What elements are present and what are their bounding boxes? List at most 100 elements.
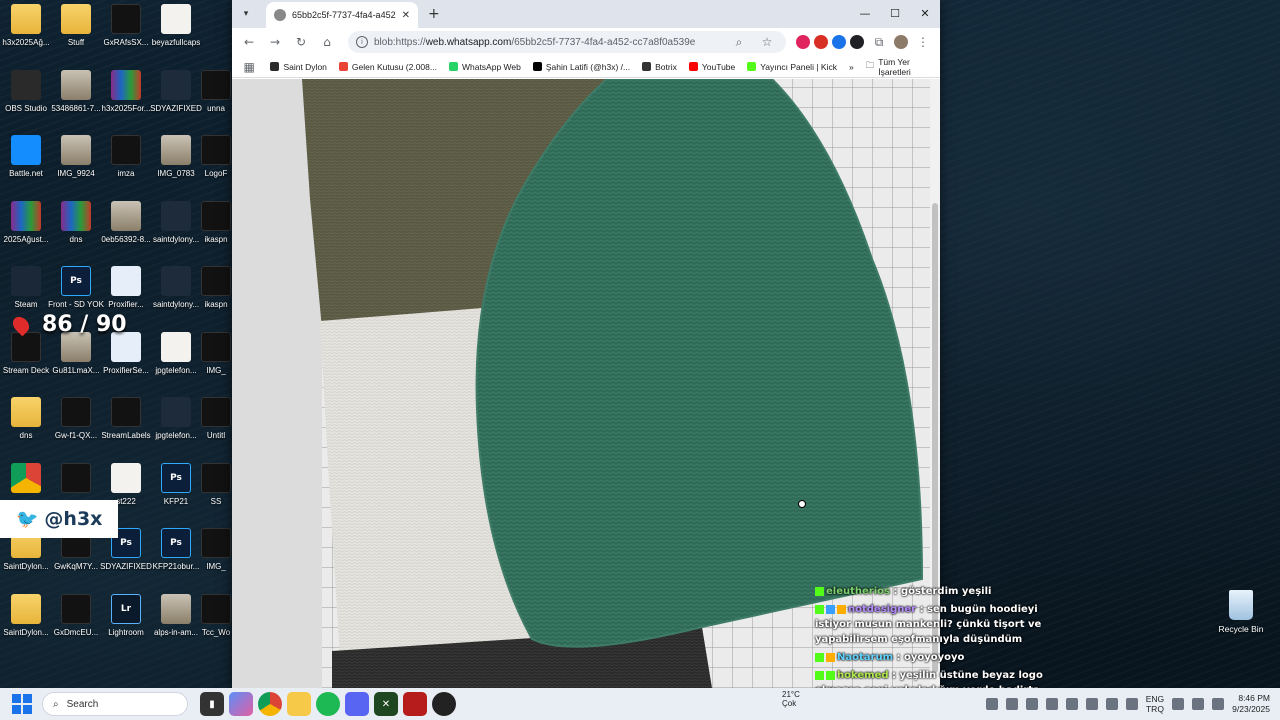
taskbar-search[interactable]: ⌕ Search (42, 692, 188, 716)
bookmark-item[interactable]: Gelen Kutusu (2.008... (338, 62, 437, 72)
tray-icon-3[interactable] (1025, 698, 1038, 710)
reload-button[interactable]: ↻ (290, 31, 312, 53)
bookmark-item[interactable]: Botrix (642, 62, 677, 72)
all-bookmarks-button[interactable]: 🗀 Tüm Yer İşaretleri (866, 57, 932, 77)
back-button[interactable]: ← (238, 31, 260, 53)
maximize-button[interactable]: ☐ (880, 0, 910, 26)
tray-icon-1[interactable] (985, 698, 998, 710)
desktop-icon[interactable]: Battle.net (0, 131, 52, 195)
desktop-icon[interactable]: h3x2025Ağ... (0, 0, 52, 64)
tray-icon-4[interactable] (1045, 698, 1058, 710)
battery-icon[interactable] (1212, 698, 1225, 710)
desktop-icon-partial[interactable]: ikaspn (200, 262, 232, 326)
desktop-icon-partial[interactable]: ikaspn (200, 197, 232, 261)
clock[interactable]: 8:46 PM 9/23/2025 (1232, 693, 1270, 715)
desktop-icon[interactable]: dns (50, 197, 102, 261)
new-tab-button[interactable]: + (428, 6, 440, 22)
tray-icon-5[interactable] (1065, 698, 1078, 710)
desktop-icon[interactable]: dns (0, 393, 52, 457)
desktop-icon[interactable]: SDYAZIFIXED (150, 66, 202, 130)
extensions-puzzle-icon[interactable]: ⧉ (868, 31, 890, 53)
desktop-icon[interactable]: IMG_9924 (50, 131, 102, 195)
site-info-icon[interactable]: i (356, 36, 368, 48)
desktop-icon[interactable]: imza (100, 131, 152, 195)
desktop-icon[interactable]: ProxifierSe... (100, 328, 152, 392)
desktop-icon-partial[interactable]: IMG_ (200, 524, 232, 588)
desktop-icon[interactable]: jpgtelefon... (150, 328, 202, 392)
tab-search-button[interactable]: ▾ (236, 4, 256, 24)
desktop-icon[interactable]: Lr Lightroom (100, 590, 152, 654)
desktop-icon[interactable]: Ps KFP21 (150, 459, 202, 523)
bookmark-item[interactable]: Saint Dylon (270, 62, 327, 72)
desktop-icon-partial[interactable]: Untitl (200, 393, 232, 457)
close-tab-icon[interactable]: ✕ (402, 10, 410, 21)
desktop-icon[interactable]: StreamLabels (100, 393, 152, 457)
desktop-icon[interactable]: 2025Ağust... (0, 197, 52, 261)
netflix-icon[interactable] (403, 692, 427, 716)
bookmark-item[interactable]: YouTube (688, 62, 735, 72)
copilot-icon[interactable] (229, 692, 253, 716)
file-explorer-icon[interactable] (287, 692, 311, 716)
bookmark-item[interactable]: WhatsApp Web (448, 62, 521, 72)
tray-icon-7[interactable] (1105, 698, 1118, 710)
extension-icon-3[interactable] (832, 35, 846, 49)
desktop-icon[interactable]: 0eb56392-8... (100, 197, 152, 261)
desktop-icon[interactable]: 53486861-7... (50, 66, 102, 130)
spotify-icon[interactable] (316, 692, 340, 716)
desktop-icon-partial[interactable]: unna (200, 66, 232, 130)
profile-avatar[interactable] (894, 35, 908, 49)
bookmark-star-icon[interactable]: ☆ (756, 31, 778, 53)
network-icon[interactable] (1172, 698, 1185, 710)
apps-grid-icon[interactable]: ▦ (240, 56, 258, 78)
desktop-icon[interactable]: Ps KFP21obur... (150, 524, 202, 588)
zoom-icon[interactable]: ⌕ (728, 31, 750, 53)
desktop-icon[interactable]: Gw-f1-QX... (50, 393, 102, 457)
bookmark-item[interactable]: Şahin Latifi (@h3x) /... (532, 62, 630, 72)
desktop-icon[interactable]: saintdylony... (150, 262, 202, 326)
desktop-icon[interactable]: Gu81LmaX... (50, 328, 102, 392)
address-bar[interactable]: i blob:https://web.whatsapp.com/65bb2c5f… (348, 31, 786, 53)
discord-icon[interactable] (345, 692, 369, 716)
windows-start-button[interactable] (12, 694, 32, 714)
active-tab[interactable]: 65bb2c5f-7737-4fa4-a452-cc7a ✕ (266, 2, 418, 28)
home-button[interactable]: ⌂ (316, 31, 338, 53)
minimize-button[interactable]: — (850, 0, 880, 26)
desktop-icon[interactable]: OBS Studio (0, 66, 52, 130)
desktop-icon[interactable]: GxDmcEU... (50, 590, 102, 654)
desktop-icon[interactable]: beyazfullcaps (150, 0, 202, 64)
language-indicator[interactable]: ENG TRQ (1146, 694, 1164, 714)
desktop-icon[interactable]: h3x2025For... (100, 66, 152, 130)
tray-icon-2[interactable] (1005, 698, 1018, 710)
desktop-icon[interactable]: Stream Deck (0, 328, 52, 392)
desktop-icon-partial[interactable]: SS (200, 459, 232, 523)
terminal-icon[interactable]: ✕ (374, 692, 398, 716)
recycle-bin[interactable]: Recycle Bin (1213, 590, 1269, 634)
close-window-button[interactable]: ✕ (910, 0, 940, 26)
more-bookmarks-chevron-icon[interactable]: » (849, 62, 854, 72)
desktop-icon[interactable]: jpgtelefon... (150, 393, 202, 457)
extension-icon-4[interactable] (850, 35, 864, 49)
extension-icon-2[interactable] (814, 35, 828, 49)
volume-icon[interactable] (1192, 698, 1205, 710)
desktop-icon[interactable]: SaintDylon... (0, 590, 52, 654)
task-view-icon[interactable]: ▮ (200, 692, 224, 716)
weather-widget[interactable]: 21°C Çok (782, 690, 800, 708)
desktop-icon[interactable]: saintdylony... (150, 197, 202, 261)
tray-icon-6[interactable] (1085, 698, 1098, 710)
desktop-icon-partial[interactable]: LogoF (200, 131, 232, 195)
desktop-icon[interactable]: alps-in-am... (150, 590, 202, 654)
desktop-icon[interactable]: IMG_0783 (150, 131, 202, 195)
bookmark-favicon-icon (532, 62, 542, 71)
chrome-icon[interactable] (258, 692, 282, 716)
bookmark-favicon-icon (448, 62, 458, 71)
desktop-icon-partial[interactable]: IMG_ (200, 328, 232, 392)
menu-kebab-icon[interactable]: ⋮ (912, 31, 934, 53)
desktop-icon[interactable]: GxRAfsSX... (100, 0, 152, 64)
tray-icon-8[interactable] (1125, 698, 1138, 710)
obs-taskbar-icon[interactable] (432, 692, 456, 716)
desktop-icon-partial[interactable]: Tcc_Wo (200, 590, 232, 654)
forward-button[interactable]: → (264, 31, 286, 53)
desktop-icon[interactable]: Stuff (50, 0, 102, 64)
extension-icon-1[interactable] (796, 35, 810, 49)
bookmark-item[interactable]: Yayıncı Paneli | Kick (747, 62, 837, 72)
